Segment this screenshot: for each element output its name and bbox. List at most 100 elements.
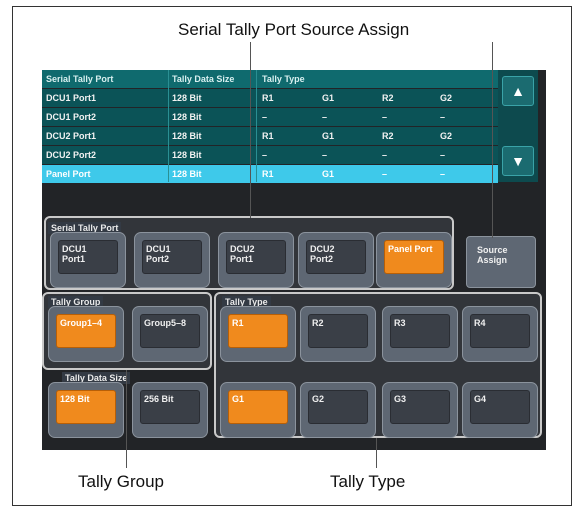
button-face: Group5–8 (140, 314, 200, 348)
table-row-selected[interactable]: Panel Port 128 Bit R1 G1 – – (42, 165, 498, 183)
button-face: R4 (470, 314, 530, 348)
leader-line-tally-type (376, 438, 377, 468)
cell-type: R2 (382, 93, 394, 103)
button-label: G2 (312, 394, 325, 404)
button-label: Panel Port (388, 244, 433, 254)
button-label: G3 (394, 394, 407, 404)
button-face: 256 Bit (140, 390, 200, 424)
callout-source-assign: Serial Tally Port Source Assign (178, 20, 410, 39)
dcu1-port2-button[interactable]: DCU1 Port2 (134, 232, 210, 288)
cell-type: G2 (440, 93, 453, 103)
button-face: R3 (390, 314, 450, 348)
cell-type: – (262, 150, 268, 160)
button-face: G2 (308, 390, 368, 424)
cell-type: R1 (262, 169, 274, 179)
cell-type: G1 (322, 131, 335, 141)
tally-type-g2-button[interactable]: G2 (300, 382, 376, 438)
button-face: G3 (390, 390, 450, 424)
button-label: R4 (474, 318, 486, 328)
button-label: R1 (232, 318, 244, 328)
cell-type: – (322, 150, 328, 160)
cell-port: DCU1 Port1 (46, 93, 97, 103)
dcu2-port2-button[interactable]: DCU2 Port2 (298, 232, 374, 288)
button-label: DCU1 (146, 244, 171, 254)
group-1-4-button[interactable]: Group1–4 (48, 306, 124, 362)
column-divider (256, 70, 257, 182)
cell-port: DCU1 Port2 (46, 112, 97, 122)
tally-type-r2-button[interactable]: R2 (300, 306, 376, 362)
cell-type: – (262, 112, 268, 122)
dcu2-port1-button[interactable]: DCU2 Port1 (218, 232, 294, 288)
tally-type-g4-button[interactable]: G4 (462, 382, 538, 438)
cell-type: – (382, 150, 388, 160)
button-face: DCU2 Port2 (306, 240, 366, 274)
button-label: DCU1 (62, 244, 87, 254)
table-row[interactable]: DCU1 Port1 128 Bit R1 G1 R2 G2 (42, 89, 498, 107)
button-face: R1 (228, 314, 288, 348)
button-label: Port2 (310, 254, 334, 264)
tally-type-g1-button[interactable]: G1 (220, 382, 296, 438)
callout-tally-type: Tally Type (330, 472, 406, 491)
table-row[interactable]: DCU2 Port1 128 Bit R1 G1 R2 G2 (42, 127, 498, 145)
group-5-8-button[interactable]: Group5–8 (132, 306, 208, 362)
128-bit-button[interactable]: 128 Bit (48, 382, 124, 438)
cell-size: 128 Bit (172, 169, 202, 179)
table-scrollbar: ▲ ▼ (498, 70, 538, 182)
button-face: DCU1 Port1 (58, 240, 118, 274)
cell-type: R1 (262, 93, 274, 103)
tally-type-r3-button[interactable]: R3 (382, 306, 458, 362)
leader-line-source-assign (492, 42, 493, 238)
cell-port: DCU2 Port2 (46, 150, 97, 160)
cell-port: Panel Port (46, 169, 91, 179)
tally-type-r1-button[interactable]: R1 (220, 306, 296, 362)
button-label: Group5–8 (144, 318, 187, 328)
column-divider (168, 70, 169, 182)
column-header-type: Tally Type (262, 74, 305, 84)
button-label: 256 Bit (144, 394, 174, 404)
button-label: Group1–4 (60, 318, 103, 328)
source-assign-button[interactable]: Source Assign (466, 236, 536, 288)
leader-line-tally-group (126, 370, 127, 468)
dcu1-port1-button[interactable]: DCU1 Port1 (50, 232, 126, 288)
cell-size: 128 Bit (172, 93, 202, 103)
button-face: Panel Port (384, 240, 444, 274)
tally-port-table: Serial Tally Port Tally Data Size Tally … (42, 70, 498, 183)
256-bit-button[interactable]: 256 Bit (132, 382, 208, 438)
column-header-port: Serial Tally Port (46, 74, 114, 84)
cell-type: G2 (440, 131, 453, 141)
cell-type: R1 (262, 131, 274, 141)
cell-type: – (322, 112, 328, 122)
button-face: DCU1 Port2 (142, 240, 202, 274)
cell-type: – (382, 112, 388, 122)
button-label: Port1 (230, 254, 254, 264)
cell-type: – (440, 112, 446, 122)
cell-type: G1 (322, 93, 335, 103)
leader-line-serial-port (250, 42, 251, 218)
button-label: DCU2 (230, 244, 255, 254)
button-face: G1 (228, 390, 288, 424)
cell-type: G1 (322, 169, 335, 179)
callout-tally-group: Tally Group (78, 472, 164, 491)
cell-type: – (440, 169, 446, 179)
cell-type: – (440, 150, 446, 160)
button-label: R2 (312, 318, 324, 328)
cell-port: DCU2 Port1 (46, 131, 97, 141)
tally-type-r4-button[interactable]: R4 (462, 306, 538, 362)
scroll-down-button[interactable]: ▼ (502, 146, 534, 176)
cell-size: 128 Bit (172, 150, 202, 160)
button-face: 128 Bit (56, 390, 116, 424)
button-face: G4 (470, 390, 530, 424)
button-label: Port1 (62, 254, 86, 264)
cell-type: – (382, 169, 388, 179)
panel-port-button[interactable]: Panel Port (376, 232, 452, 288)
button-label: G1 (232, 394, 245, 404)
tally-type-g3-button[interactable]: G3 (382, 382, 458, 438)
table-row[interactable]: DCU2 Port2 128 Bit – – – – (42, 146, 498, 164)
button-label: Source (477, 245, 508, 255)
table-row[interactable]: DCU1 Port2 128 Bit – – – – (42, 108, 498, 126)
button-label: G4 (474, 394, 487, 404)
button-label: DCU2 (310, 244, 335, 254)
scroll-up-button[interactable]: ▲ (502, 76, 534, 106)
button-label: Assign (477, 255, 508, 265)
cell-type: R2 (382, 131, 394, 141)
